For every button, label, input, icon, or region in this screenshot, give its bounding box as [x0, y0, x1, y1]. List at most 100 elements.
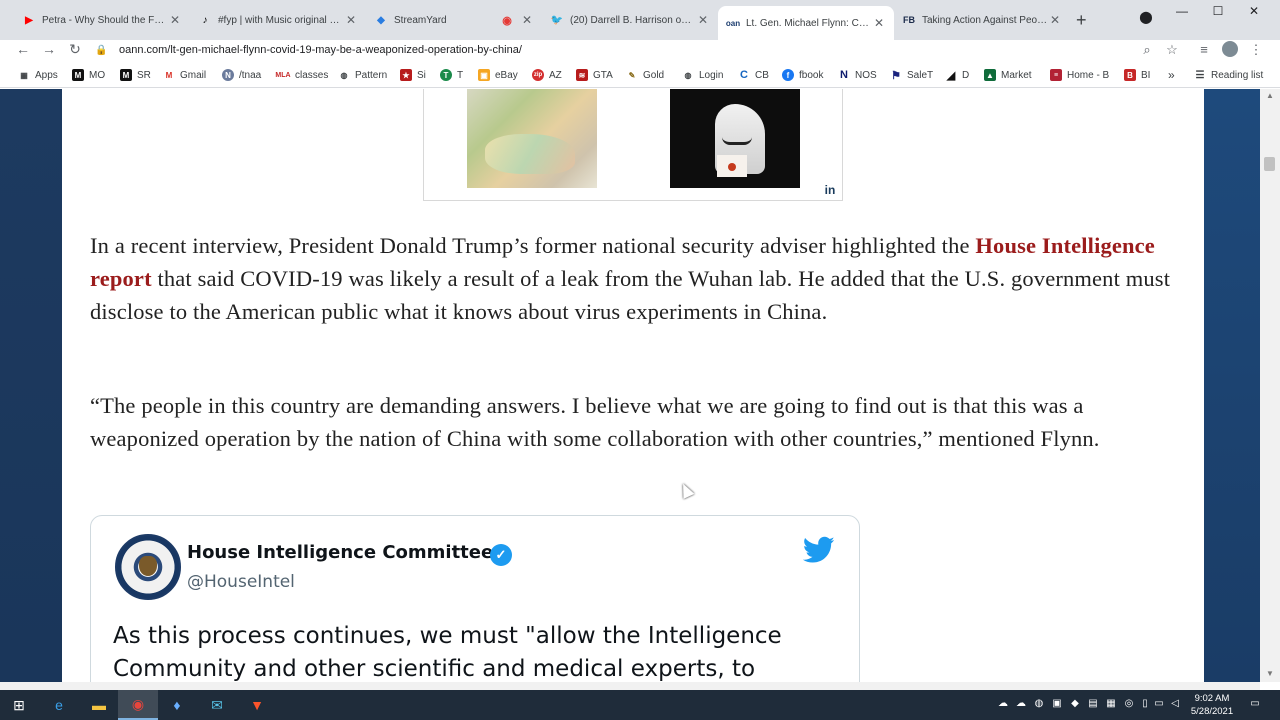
bookmark-salet[interactable]: ⚑ SaleT: [890, 67, 933, 83]
globe-icon: ◍: [684, 70, 692, 80]
file-explorer-icon[interactable]: ▬: [88, 695, 110, 715]
tray-app-icon[interactable]: ▣: [1050, 698, 1064, 709]
close-icon[interactable]: ✕: [344, 13, 358, 27]
new-tab-button[interactable]: +: [1076, 10, 1092, 30]
bookmark-ebay[interactable]: ▣ eBay: [478, 67, 518, 83]
embedded-tweet[interactable]: House Intelligence Committee ✓ @HouseInt…: [90, 515, 860, 682]
vertical-scrollbar[interactable]: ▲ ▼: [1260, 89, 1280, 682]
app-mail-icon[interactable]: ✉: [206, 695, 228, 715]
tray-dropbox-icon[interactable]: ◆: [1068, 698, 1082, 709]
bookmark-apps[interactable]: ▦ Apps: [18, 67, 58, 83]
tweet-author-handle[interactable]: @HouseIntel: [187, 572, 295, 592]
bookmark-label: Login: [699, 69, 724, 81]
tray-app-icon[interactable]: ▤: [1086, 698, 1100, 709]
chrome-icon[interactable]: ◉: [118, 690, 158, 720]
ad-image-sneaker-left[interactable]: [467, 89, 597, 188]
clock-date: 5/28/2021: [1190, 706, 1234, 717]
bookmark-az[interactable]: zip AZ: [532, 67, 562, 83]
horizontal-scrollbar[interactable]: [0, 682, 1260, 690]
bookmark-label: AZ: [549, 69, 562, 81]
tray-shield-icon[interactable]: ◍: [1032, 698, 1046, 709]
tab-search-icon[interactable]: ⬤: [1136, 10, 1156, 24]
tab-title: Lt. Gen. Michael Flynn: COVID: [746, 17, 872, 29]
ad-info-icon[interactable]: in: [822, 183, 838, 197]
tab-fb[interactable]: FB Taking Action Against People ✕: [894, 8, 1070, 32]
edge-icon[interactable]: e: [48, 695, 70, 715]
bookmark-label: Gmail: [180, 69, 207, 81]
bookmark-label: /tnaa: [239, 69, 262, 81]
tab-twitter[interactable]: 🐦 (20) Darrell B. Harrison on Tw ✕: [542, 8, 718, 32]
more-bookmarks-chevron-icon[interactable]: »: [1168, 67, 1175, 83]
brave-icon[interactable]: ▼: [246, 695, 268, 715]
bookmark-d[interactable]: ◢ D: [945, 67, 969, 83]
address-bar[interactable]: 🔒 oann.com/lt-gen-michael-flynn-covid-19…: [95, 40, 1185, 60]
minimize-button[interactable]: —: [1172, 4, 1192, 18]
tab-youtube[interactable]: ▶ Petra - Why Should the Fathe ✕: [14, 8, 190, 32]
close-icon[interactable]: ✕: [872, 16, 886, 30]
maximize-button[interactable]: ☐: [1208, 4, 1228, 18]
page-background-left: [0, 89, 62, 682]
reload-icon[interactable]: ↻: [66, 41, 84, 58]
scroll-down-arrow-icon[interactable]: ▼: [1266, 669, 1274, 678]
bookmark-login[interactable]: ◍ Login: [682, 67, 724, 83]
apps-grid-icon: ▦: [20, 70, 28, 80]
twitter-bird-icon[interactable]: [803, 536, 835, 564]
tray-app-icon[interactable]: ▦: [1104, 698, 1118, 709]
close-window-button[interactable]: ✕: [1244, 4, 1264, 18]
bookmark-si[interactable]: ★ Si: [400, 67, 426, 83]
bookmark-label: Si: [417, 69, 426, 81]
profile-avatar[interactable]: [1222, 41, 1238, 57]
notification-icon[interactable]: ▭: [1248, 698, 1262, 709]
zip-icon: zip: [532, 69, 544, 81]
bookmark-label: SR: [137, 69, 151, 81]
media-control-icon[interactable]: ≡: [1196, 42, 1212, 57]
tray-volume-icon[interactable]: ◁: [1168, 698, 1182, 709]
bookmark-sr[interactable]: M SR: [120, 67, 151, 83]
bookmark-t[interactable]: TT: [440, 67, 463, 83]
tab-tiktok[interactable]: ♪ #fyp | with Music original sou ✕: [190, 8, 366, 32]
bookmark-cb[interactable]: C CB: [738, 67, 769, 83]
bookmark-gta[interactable]: ≋ GTA: [576, 67, 613, 83]
bookmark-gmail[interactable]: M Gmail: [163, 67, 206, 83]
bag-icon: ▣: [478, 69, 490, 81]
close-icon[interactable]: ✕: [168, 13, 182, 27]
tray-battery-icon[interactable]: ▯: [1138, 698, 1152, 709]
tray-app-icon[interactable]: ◎: [1122, 698, 1136, 709]
bookmark-star-icon[interactable]: ☆: [1164, 42, 1180, 58]
system-clock[interactable]: 9:02 AM 5/28/2021: [1184, 692, 1240, 718]
reading-list-button[interactable]: ☰ Reading list: [1194, 67, 1264, 83]
close-icon[interactable]: ✕: [696, 13, 710, 27]
tab-oann[interactable]: oan Lt. Gen. Michael Flynn: COVID ✕: [718, 6, 894, 40]
back-arrow-icon[interactable]: ←: [14, 41, 32, 57]
scrollbar-thumb[interactable]: [1264, 157, 1275, 171]
tray-wifi-icon[interactable]: ☁: [996, 698, 1010, 709]
bookmark-home-b[interactable]: ≡ Home - B: [1050, 67, 1109, 83]
bookmark-mo[interactable]: M MO: [72, 67, 105, 83]
app-flame-icon[interactable]: ♦: [166, 695, 188, 715]
fb-icon: FB: [903, 15, 915, 25]
bookmark-market[interactable]: ▲ Market: [984, 67, 1032, 83]
ad-banner[interactable]: in: [423, 89, 843, 201]
menu-icon[interactable]: ⋮: [1248, 42, 1264, 58]
bookmark-fbook[interactable]: f fbook: [782, 67, 823, 83]
ad-image-sneaker-right[interactable]: [670, 89, 800, 188]
zoom-icon[interactable]: ⌕: [1139, 42, 1155, 58]
tab-streamyard[interactable]: ◆ StreamYard ◉ ✕: [366, 8, 542, 32]
bookmark-label: Market: [1001, 69, 1032, 81]
tray-network-icon[interactable]: ▭: [1152, 698, 1166, 709]
bookmark-nos[interactable]: N NOS: [838, 67, 877, 83]
forward-arrow-icon[interactable]: →: [40, 41, 58, 57]
bookmark-tnaa[interactable]: N/tnaa: [222, 67, 261, 83]
avatar[interactable]: [115, 534, 181, 600]
scroll-up-arrow-icon[interactable]: ▲: [1266, 91, 1274, 100]
close-icon[interactable]: ✕: [520, 13, 534, 27]
bookmark-gold[interactable]: ✎ Gold: [626, 67, 664, 83]
taskbar: ⊞ e ▬ ◉ ♦ ✉ ▼ ☁ ☁ ◍ ▣ ◆ ▤ ▦ ◎ ▯ ▭ ◁ 9:02…: [0, 690, 1280, 720]
tweet-author-name[interactable]: House Intelligence Committee: [187, 542, 493, 563]
bookmark-pattern[interactable]: ◍ Pattern: [338, 67, 388, 83]
windows-start-icon[interactable]: ⊞: [8, 695, 30, 715]
bookmark-bi[interactable]: B BI: [1124, 67, 1150, 83]
tray-cloud-icon[interactable]: ☁: [1014, 698, 1028, 709]
bookmark-classes[interactable]: MLA classes: [275, 67, 328, 83]
close-icon[interactable]: ✕: [1048, 13, 1062, 27]
